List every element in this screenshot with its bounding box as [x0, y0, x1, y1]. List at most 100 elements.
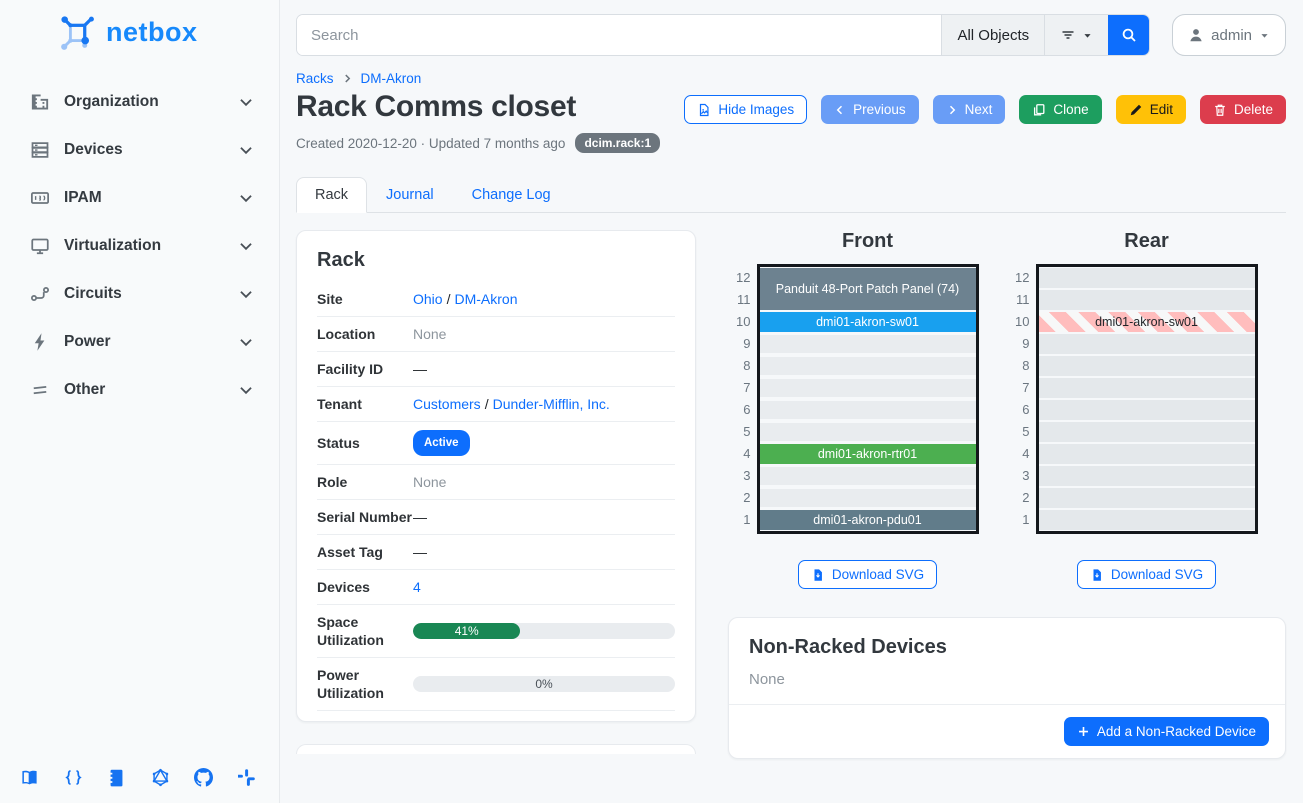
rack-elevations: Front 121110987654321 Panduit 48-Port Pa…: [728, 230, 1286, 589]
sidebar-item-ipam[interactable]: IPAM: [0, 174, 279, 222]
rack-slot-empty-u3[interactable]: [1039, 465, 1255, 487]
rack-device-rear-dmi01-akron-sw01[interactable]: dmi01-akron-sw01: [1039, 311, 1255, 333]
rack-slot-empty-u8[interactable]: [1039, 355, 1255, 377]
rack-slot-empty-u4[interactable]: [1039, 443, 1255, 465]
rack-device-dmi01-akron-rtr01[interactable]: dmi01-akron-rtr01: [760, 443, 976, 465]
rack-slot-empty-u6[interactable]: [1039, 399, 1255, 421]
sidebar-item-circuits[interactable]: Circuits: [0, 270, 279, 318]
sidebar-item-organization[interactable]: Organization: [0, 78, 279, 126]
power-utilization-bar: 0%: [413, 676, 675, 692]
filter-icon: [1060, 27, 1076, 43]
rear-rack-diagram: dmi01-akron-sw01: [1036, 264, 1258, 534]
unit-number: 11: [1006, 289, 1030, 311]
site-group-link[interactable]: Ohio: [413, 291, 443, 307]
sidebar-item-devices[interactable]: Devices: [0, 126, 279, 174]
unit-number: 4: [1006, 443, 1030, 465]
sidebar: netbox Organization Devices IPAM Virtual…: [0, 0, 280, 803]
tab-change-log[interactable]: Change Log: [453, 177, 570, 213]
caret-down-icon: [1082, 30, 1093, 41]
unit-number: 10: [727, 311, 751, 333]
slack-icon[interactable]: [238, 768, 257, 787]
rack-slot-empty-u11[interactable]: [1039, 289, 1255, 311]
rack-device-dmi01-akron-pdu01[interactable]: dmi01-akron-pdu01: [760, 509, 976, 531]
row-asset-tag: Asset Tag —: [317, 535, 675, 570]
github-icon[interactable]: [194, 768, 213, 787]
next-card-partial: [296, 744, 696, 754]
breadcrumb-racks-link[interactable]: Racks: [296, 71, 334, 86]
rack-device-Panduit 48-Port Patch Panel (74)[interactable]: Panduit 48-Port Patch Panel (74): [760, 267, 976, 311]
sidebar-item-virtualization[interactable]: Virtualization: [0, 222, 279, 270]
previous-button[interactable]: Previous: [821, 95, 919, 124]
rack-slot-empty-u5[interactable]: [1039, 421, 1255, 443]
docs-book-icon[interactable]: [20, 768, 39, 787]
unit-number: 7: [1006, 377, 1030, 399]
clone-button[interactable]: Clone: [1019, 95, 1101, 124]
rack-slot-empty-u6[interactable]: [760, 399, 976, 421]
rack-slot-empty-u12[interactable]: [1039, 267, 1255, 289]
tab-rack[interactable]: Rack: [296, 177, 367, 213]
front-download-svg-button[interactable]: Download SVG: [798, 560, 937, 589]
tenant-link[interactable]: Dunder-Mifflin, Inc.: [493, 396, 610, 412]
search-input[interactable]: [297, 15, 941, 55]
rack-slot-empty-u7[interactable]: [760, 377, 976, 399]
rest-api-braces-icon[interactable]: [64, 768, 83, 787]
sidebar-item-other[interactable]: Other: [0, 366, 279, 414]
edit-button[interactable]: Edit: [1116, 95, 1186, 124]
rack-slot-empty-u1[interactable]: [1039, 509, 1255, 531]
lines-icon: [30, 380, 50, 400]
row-serial-number: Serial Number —: [317, 500, 675, 535]
breadcrumb-site-link[interactable]: DM-Akron: [361, 71, 422, 86]
copy-icon: [1032, 103, 1046, 117]
search-submit-button[interactable]: [1108, 15, 1149, 55]
sidebar-footer: [0, 768, 279, 803]
image-file-icon: [697, 103, 711, 117]
sidebar-item-power[interactable]: Power: [0, 318, 279, 366]
unit-number: 6: [1006, 399, 1030, 421]
api-journal-icon[interactable]: [107, 768, 126, 787]
sidebar-item-label: Organization: [64, 93, 159, 111]
tenant-group-link[interactable]: Customers: [413, 396, 481, 412]
search-scope-select[interactable]: All Objects: [941, 15, 1044, 55]
rack-slot-empty-u9[interactable]: [760, 333, 976, 355]
search-filter-dropdown[interactable]: [1044, 15, 1108, 55]
next-button[interactable]: Next: [933, 95, 1006, 124]
main-content: All Objects admin Racks DM-Akron Rack Co…: [280, 0, 1303, 803]
row-site: Site Ohio/DM-Akron: [317, 282, 675, 317]
row-role: Role None: [317, 465, 675, 500]
graphql-icon[interactable]: [151, 768, 170, 787]
pencil-icon: [1129, 103, 1143, 117]
rack-slot-empty-u8[interactable]: [760, 355, 976, 377]
tab-journal[interactable]: Journal: [367, 177, 453, 213]
rack-slot-empty-u9[interactable]: [1039, 333, 1255, 355]
transit-icon: [30, 284, 50, 304]
rack-slot-empty-u3[interactable]: [760, 465, 976, 487]
rack-slot-empty-u2[interactable]: [1039, 487, 1255, 509]
front-elevation-title: Front: [842, 230, 893, 253]
netbox-logo-icon: [58, 12, 100, 52]
devices-count-link[interactable]: 4: [413, 579, 421, 595]
file-download-icon: [811, 568, 825, 582]
user-menu[interactable]: admin: [1172, 14, 1286, 56]
rack-device-dmi01-akron-sw01[interactable]: dmi01-akron-sw01: [760, 311, 976, 333]
hide-images-button[interactable]: Hide Images: [684, 95, 807, 124]
topbar: All Objects admin: [296, 14, 1286, 56]
server-icon: [30, 140, 50, 160]
rack-slot-empty-u2[interactable]: [760, 487, 976, 509]
rack-slot-empty-u7[interactable]: [1039, 377, 1255, 399]
created-updated-text: Created 2020-12-20 · Updated 7 months ag…: [296, 136, 565, 151]
global-search: All Objects: [296, 14, 1150, 56]
unit-number: 4: [727, 443, 751, 465]
unit-number: 1: [1006, 509, 1030, 531]
search-icon: [1121, 27, 1137, 43]
delete-button[interactable]: Delete: [1200, 95, 1286, 124]
netbox-logo[interactable]: netbox: [58, 12, 198, 52]
unit-number: 6: [727, 399, 751, 421]
chevron-down-icon: [237, 189, 255, 207]
add-non-racked-device-button[interactable]: Add a Non-Racked Device: [1064, 717, 1269, 746]
rear-elevation: Rear 121110987654321 dmi01-akron-sw01 Do…: [1007, 230, 1286, 589]
site-link[interactable]: DM-Akron: [454, 291, 517, 307]
rear-download-svg-button[interactable]: Download SVG: [1077, 560, 1216, 589]
unit-number: 9: [727, 333, 751, 355]
unit-number: 1: [727, 509, 751, 531]
rack-slot-empty-u5[interactable]: [760, 421, 976, 443]
